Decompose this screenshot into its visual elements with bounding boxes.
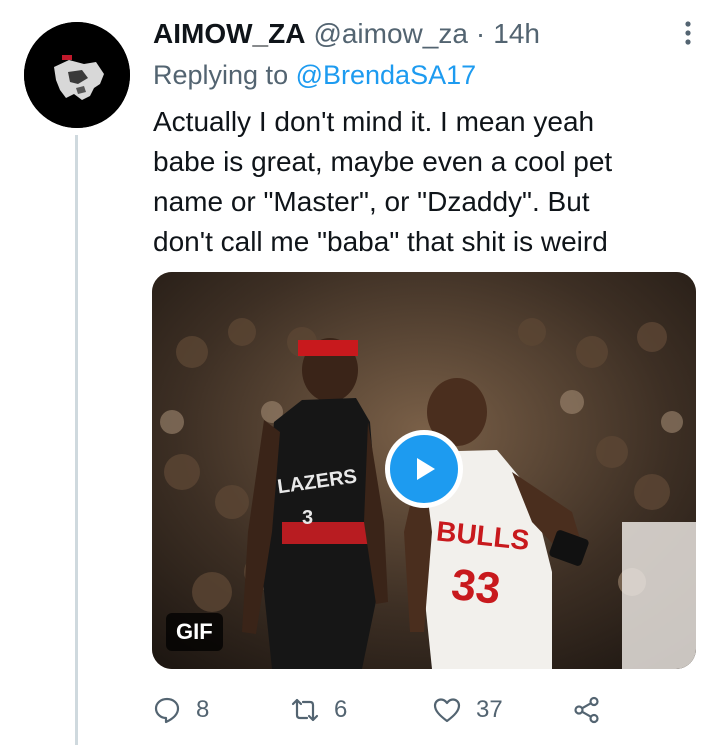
play-button[interactable] [385, 430, 463, 508]
like-count: 37 [476, 696, 503, 723]
replying-to-line: Replying to @BrendaSA17 [153, 60, 476, 91]
tweet-text: Actually I don't mind it. I mean yeah ba… [153, 106, 613, 257]
retweet-button[interactable]: 6 [290, 695, 432, 725]
replying-prefix: Replying to [153, 60, 296, 90]
heart-icon [433, 698, 461, 723]
jersey-left-number: 3 [302, 507, 313, 529]
tweet-actions: 8 6 37 [152, 688, 632, 732]
timestamp[interactable]: 14h [493, 18, 540, 50]
play-icon [417, 458, 435, 480]
separator-dot: · [475, 18, 486, 49]
replying-to-link[interactable]: @BrendaSA17 [296, 60, 477, 90]
gif-badge: GIF [166, 613, 223, 651]
avatar[interactable] [24, 22, 130, 128]
user-handle[interactable]: @aimow_za [313, 18, 467, 50]
reply-button[interactable]: 8 [152, 695, 290, 725]
retweet-count: 6 [334, 696, 348, 723]
reply-icon [154, 697, 180, 724]
more-options-icon[interactable] [678, 18, 698, 48]
thread-line [75, 135, 78, 745]
display-name[interactable]: AIMOW_ZA [153, 18, 305, 50]
like-button[interactable]: 37 [432, 695, 572, 725]
gif-media[interactable]: LAZERS 3 BULLS 33 GIF [152, 272, 696, 669]
retweet-icon [291, 698, 319, 722]
share-icon [574, 696, 599, 724]
share-button[interactable] [572, 695, 602, 725]
jersey-right-number: 33 [449, 560, 503, 614]
tweet-header: AIMOW_ZA @aimow_za · 14h [153, 14, 700, 54]
reply-count: 8 [196, 696, 210, 723]
avatar-image [24, 22, 130, 128]
